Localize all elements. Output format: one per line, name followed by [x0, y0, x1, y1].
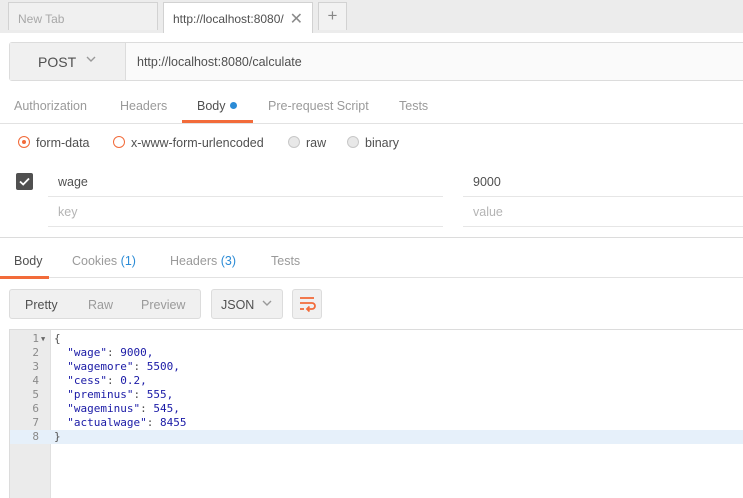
option-form-data[interactable]: form-data [18, 136, 90, 150]
line-number: 4 [32, 374, 39, 387]
param-row: wage 9000 [0, 167, 743, 197]
line-number: 2 [32, 346, 39, 359]
json-value: 0.2, [120, 374, 147, 387]
fold-arrow-icon[interactable]: ▼ [41, 332, 45, 346]
option-binary[interactable]: binary [347, 136, 399, 150]
json-key: "wage" [67, 346, 107, 359]
tab-label: Headers [170, 254, 218, 268]
response-tab-tests[interactable]: Tests [271, 254, 300, 268]
close-icon[interactable]: ✕ [290, 9, 303, 29]
param-row-empty: key value [0, 197, 743, 227]
tab-tests[interactable]: Tests [399, 99, 428, 113]
view-pretty-button[interactable]: Pretty [25, 298, 58, 312]
method-select[interactable]: POST [10, 43, 126, 80]
option-x-www-form-urlencoded[interactable]: x-www-form-urlencoded [113, 136, 264, 150]
view-mode-group: Pretty Raw Preview [9, 289, 201, 319]
method-label: POST [38, 54, 77, 70]
response-tab-cookies[interactable]: Cookies (1) [72, 254, 136, 268]
tab-authorization[interactable]: Authorization [14, 99, 87, 113]
response-tabs: Body Cookies (1) Headers (3) Tests [0, 238, 743, 279]
code-line: 2 "wage": 9000, [10, 346, 743, 360]
json-key: "preminus" [67, 388, 134, 401]
response-tab-body[interactable]: Body [14, 254, 43, 268]
tab-body[interactable]: Body [197, 99, 237, 113]
url-input[interactable]: http://localhost:8080/calculate [137, 55, 302, 69]
code-line: 1 ▼ { [10, 332, 743, 346]
request-tabs: Authorization Headers Body Pre-request S… [0, 86, 743, 124]
json-value: 555, [146, 388, 174, 401]
code-line: 6 "wageminus": 545, [10, 402, 743, 416]
code-line: 3 "wagemore": 5500, [10, 360, 743, 374]
browser-tab-strip: New Tab http://localhost:8080/ ✕ + [0, 0, 743, 33]
json-value: 545, [153, 402, 180, 415]
json-key: "actualwage" [67, 416, 147, 429]
param-key-input[interactable]: wage [48, 167, 443, 197]
tab-body-label: Body [197, 99, 226, 113]
headers-count: (3) [220, 254, 237, 268]
tab-pre-request-script[interactable]: Pre-request Script [268, 99, 369, 113]
response-code-viewer[interactable]: 1 ▼ { 2 "wage": 9000, 3 "wagemore": 5500… [9, 329, 743, 498]
option-label: form-data [36, 136, 90, 150]
active-tab-indicator [182, 120, 253, 123]
checkbox-checked-icon[interactable] [16, 173, 33, 190]
code-text: "preminus": 555, [67, 388, 174, 401]
cookies-count: (1) [120, 254, 136, 268]
json-value: 8455 [159, 416, 187, 429]
wrap-lines-icon [293, 297, 321, 322]
chevron-down-icon [261, 297, 273, 312]
request-url-bar: POST http://localhost:8080/calculate [9, 42, 743, 81]
tab-localhost[interactable]: http://localhost:8080/ ✕ [163, 2, 313, 33]
tab-headers[interactable]: Headers [120, 99, 167, 113]
json-value: 9000, [120, 346, 154, 359]
line-number: 8 [32, 430, 39, 443]
line-number: 7 [32, 416, 39, 429]
code-text: { [54, 332, 61, 345]
code-text: "wageminus": 545, [67, 402, 180, 415]
code-text: } [54, 430, 61, 443]
code-line: 5 "preminus": 555, [10, 388, 743, 402]
tab-label: http://localhost:8080/ [173, 12, 284, 26]
option-label: binary [365, 136, 400, 150]
line-number: 1 [32, 332, 39, 345]
wrap-lines-button[interactable] [292, 289, 322, 319]
code-text: "cess": 0.2, [67, 374, 147, 387]
format-select[interactable]: JSON [211, 289, 283, 319]
tab-new-tab[interactable]: New Tab [8, 2, 158, 30]
line-number: 5 [32, 388, 39, 401]
option-label: raw [306, 136, 327, 150]
param-key-placeholder[interactable]: key [48, 197, 443, 227]
line-number: 3 [32, 360, 39, 373]
view-raw-button[interactable]: Raw [88, 298, 113, 312]
modified-dot-icon [229, 102, 237, 109]
radio-icon [288, 136, 300, 148]
tab-label: Cookies [72, 254, 118, 268]
json-key: "wagemore" [67, 360, 134, 373]
format-label: JSON [221, 298, 255, 312]
param-value-placeholder[interactable]: value [463, 197, 743, 227]
line-number: 6 [32, 402, 39, 415]
plus-icon: + [327, 6, 338, 25]
chevron-down-icon [85, 53, 97, 68]
view-preview-button[interactable]: Preview [141, 298, 185, 312]
param-value-input[interactable]: 9000 [463, 167, 743, 197]
option-raw[interactable]: raw [288, 136, 326, 150]
active-tab-indicator [0, 276, 49, 279]
code-text: "actualwage": 8455 [67, 416, 187, 429]
body-type-options: form-data x-www-form-urlencoded raw bina… [0, 130, 743, 156]
radio-icon [347, 136, 359, 148]
json-value: 5500, [146, 360, 180, 373]
radio-icon [113, 136, 125, 148]
response-tab-headers[interactable]: Headers (3) [170, 254, 236, 268]
json-key: "wageminus" [67, 402, 141, 415]
code-line: 7 "actualwage": 8455 [10, 416, 743, 430]
code-line: 4 "cess": 0.2, [10, 374, 743, 388]
code-line-current: 8 } [10, 430, 743, 444]
tab-label: New Tab [18, 12, 65, 26]
code-text: "wage": 9000, [67, 346, 154, 359]
new-tab-button[interactable]: + [318, 2, 347, 30]
code-text: "wagemore": 5500, [67, 360, 180, 373]
json-key: "cess" [67, 374, 107, 387]
option-label: x-www-form-urlencoded [131, 136, 264, 150]
radio-selected-icon [18, 136, 30, 148]
